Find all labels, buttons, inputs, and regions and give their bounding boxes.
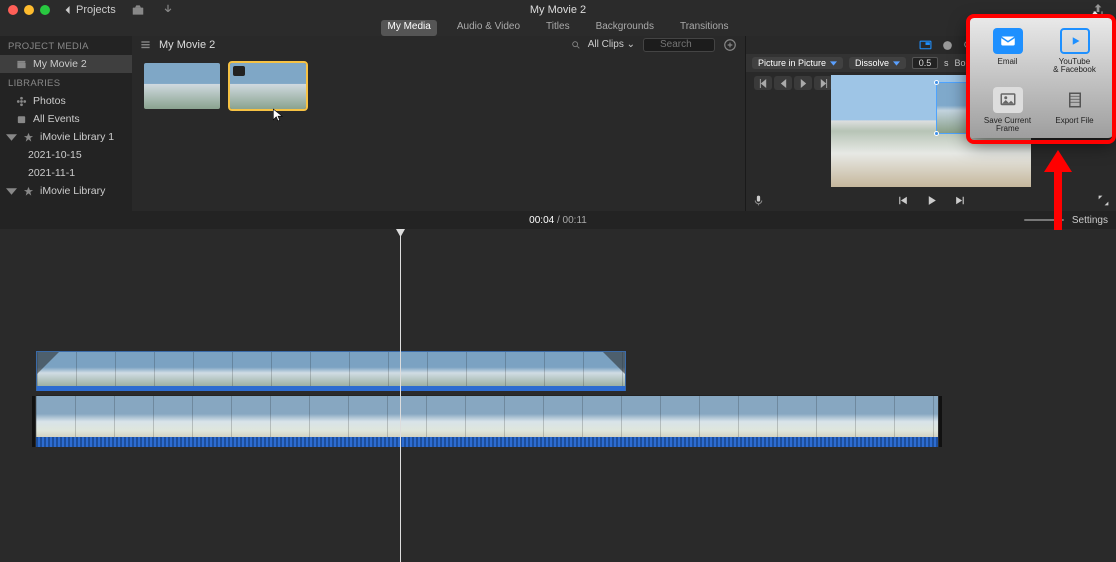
fullscreen-icon[interactable] [1097,194,1110,207]
next-frame-icon[interactable] [954,194,967,207]
fade-handle[interactable] [603,352,625,374]
camera-badge-icon [233,66,245,76]
library-sidebar: PROJECT MEDIA My Movie 2 LIBRARIES Photo… [0,36,132,211]
share-email[interactable]: Email [974,28,1041,75]
timeline[interactable] [0,229,1116,562]
browser-settings-icon[interactable] [723,38,737,52]
minimize-window[interactable] [24,5,34,15]
browser-title: My Movie 2 [159,39,215,51]
chevron-down-icon [830,60,837,67]
timeline-info-bar: 00:04 / 00:11 Settings [0,211,1116,229]
nav-next[interactable] [794,76,812,90]
clip-thumbnail[interactable] [144,63,220,109]
sidebar-project[interactable]: My Movie 2 [0,55,132,73]
clapper-icon [16,59,27,70]
nav-first[interactable] [754,76,772,90]
timeline-clip-overlay[interactable] [36,351,626,391]
share-label: Email [997,58,1017,66]
tab-transitions[interactable]: Transitions [674,20,735,36]
sidebar-heading-project: PROJECT MEDIA [0,36,132,55]
chevron-down-icon [893,60,900,67]
timeline-settings[interactable]: Settings [1072,215,1108,226]
image-icon [993,87,1023,113]
media-tabs: My Media Audio & Video Titles Background… [0,20,1116,36]
share-popover: Email YouTube & Facebook Save Current Fr… [968,18,1114,138]
sidebar-photos[interactable]: Photos [0,92,132,110]
clip-browser: My Movie 2 All Clips ⌄ [132,36,746,211]
seconds-label: s [944,58,949,68]
import-icon[interactable] [130,3,146,17]
back-to-projects[interactable]: Projects [64,4,116,16]
cursor-icon [272,108,284,122]
star-icon [23,186,34,197]
nav-last[interactable] [814,76,832,90]
sidebar-heading-libraries: LIBRARIES [0,73,132,92]
fade-handle[interactable] [37,352,59,374]
star-icon [23,132,34,143]
share-save-frame[interactable]: Save Current Frame [974,87,1041,134]
close-window[interactable] [8,5,18,15]
email-icon [993,28,1023,54]
prev-frame-icon[interactable] [896,194,909,207]
nav-prev[interactable] [774,76,792,90]
sidebar-item-label: Photos [33,95,66,107]
tab-my-media[interactable]: My Media [381,20,436,36]
time-total: 00:11 [563,215,587,226]
sidebar-item-label: iMovie Library [40,185,105,197]
resize-handle[interactable] [934,80,939,85]
caret-down-icon [6,186,17,197]
sidebar-event-2[interactable]: 2021-11-1 [0,164,132,182]
sidebar-all-events[interactable]: All Events [0,110,132,128]
clip-thumbnail-selected[interactable] [230,63,306,109]
clip-trim-left[interactable] [32,396,35,447]
back-label: Projects [76,4,116,16]
clip-trim-right[interactable] [939,396,942,447]
time-current: 00:04 [529,215,554,226]
sidebar-project-label: My Movie 2 [33,58,87,70]
share-youtube-facebook[interactable]: YouTube & Facebook [1041,28,1108,75]
flower-icon [16,96,27,107]
sidebar-item-label: All Events [33,113,80,125]
video-overlay-icon[interactable] [914,37,936,53]
playhead-time: 00:04 / 00:11 [529,215,587,226]
caret-down-icon [6,132,17,143]
sidebar-lib1[interactable]: iMovie Library 1 [0,128,132,146]
color-balance-icon[interactable] [936,37,958,53]
document-title: My Movie 2 [530,4,586,16]
calendar-icon [16,114,27,125]
overlay-transition-label: Dissolve [855,58,889,68]
overlay-mode-label: Picture in Picture [758,58,826,68]
overlay-transition[interactable]: Dissolve [849,57,906,69]
sidebar-item-label: 2021-10-15 [28,149,82,161]
list-view-icon[interactable] [140,39,151,50]
mic-icon[interactable] [752,194,765,207]
timeline-clip-main[interactable] [36,395,938,447]
share-label: Export File [1055,117,1093,125]
zoom-window[interactable] [40,5,50,15]
playhead[interactable] [400,229,401,562]
tab-audio-video[interactable]: Audio & Video [451,20,526,36]
share-label: Save Current Frame [974,117,1041,134]
search-icon [571,40,581,50]
overlay-mode[interactable]: Picture in Picture [752,57,843,69]
sidebar-event-1[interactable]: 2021-10-15 [0,146,132,164]
window-titlebar: Projects My Movie 2 [0,0,1116,20]
sidebar-item-label: iMovie Library 1 [40,131,114,143]
share-export-file[interactable]: Export File [1041,87,1108,134]
filter-label: All Clips [588,39,624,50]
sidebar-item-label: 2021-11-1 [28,167,75,179]
resize-handle[interactable] [934,131,939,136]
search-input[interactable] [643,38,715,52]
download-icon[interactable] [160,3,176,17]
annotation-arrow [1046,150,1070,230]
overlay-duration[interactable]: 0.5 [912,57,938,69]
play-icon[interactable] [925,194,938,207]
share-label: YouTube & Facebook [1053,58,1096,75]
sidebar-lib2[interactable]: iMovie Library [0,182,132,200]
filter-all-clips[interactable]: All Clips ⌄ [588,39,635,50]
tab-backgrounds[interactable]: Backgrounds [590,20,660,36]
tab-titles[interactable]: Titles [540,20,576,36]
film-icon [1060,87,1090,113]
video-icon [1060,28,1090,54]
